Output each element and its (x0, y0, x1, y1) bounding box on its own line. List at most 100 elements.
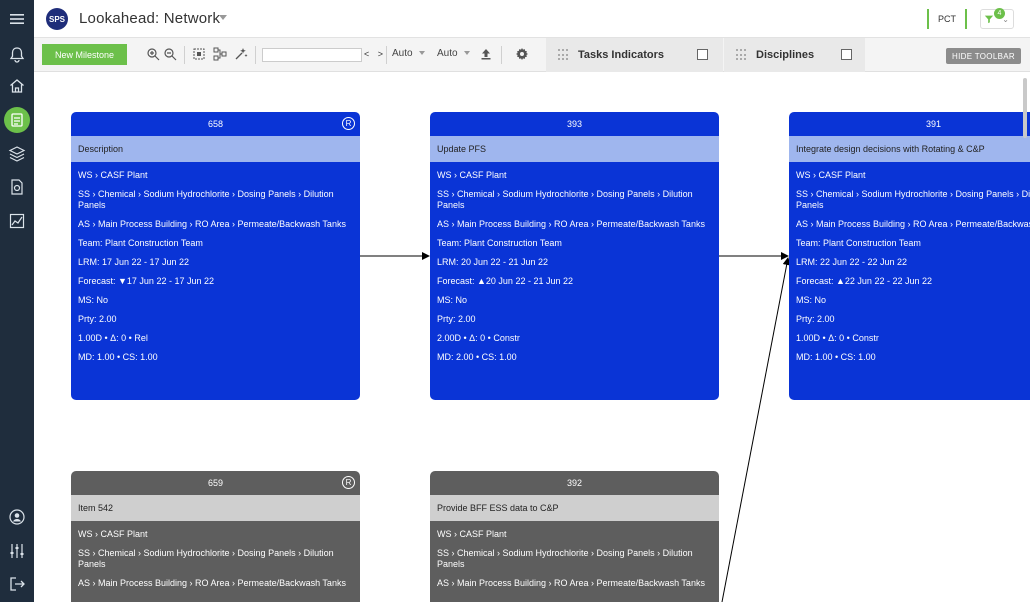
drag-handle-icon[interactable] (558, 49, 568, 61)
task-forecast: Forecast: ▼17 Jun 22 - 17 Jun 22 (78, 276, 214, 286)
user-icon[interactable] (4, 504, 30, 530)
new-milestone-button[interactable]: New Milestone (42, 44, 127, 65)
task-ws: WS › CASF Plant (437, 170, 507, 180)
task-as: AS › Main Process Building › RO Area › P… (796, 219, 1030, 229)
task-md: MD: 1.00 • CS: 1.00 (796, 352, 876, 362)
task-ss: SS › Chemical › Sodium Hydrochlorite › D… (78, 548, 334, 569)
task-card-659[interactable]: 659 R Item 542 WS › CASF Plant SS › Chemi… (71, 471, 360, 602)
task-priority: Prty: 2.00 (796, 314, 835, 324)
task-id-text: 659 (207, 478, 224, 488)
tasks-indicators-checkbox[interactable] (697, 49, 708, 60)
task-ws: WS › CASF Plant (78, 529, 148, 539)
filter-icon (984, 15, 994, 24)
vertical-scrollbar[interactable] (1023, 78, 1027, 138)
task-team: Team: Plant Construction Team (796, 238, 921, 248)
drag-handle-icon[interactable] (736, 49, 746, 61)
task-team: Team: Plant Construction Team (437, 238, 562, 248)
task-ss: SS › Chemical › Sodium Hydrochlorite › D… (78, 189, 334, 210)
task-ws: WS › CASF Plant (78, 170, 148, 180)
resource-badge: R (342, 117, 355, 130)
home-icon[interactable] (4, 73, 30, 99)
fit-screen-icon[interactable] (191, 46, 207, 62)
toolbar-divider (501, 46, 502, 64)
task-forecast: Forecast: ▲22 Jun 22 - 22 Jun 22 (796, 276, 932, 286)
chart-icon[interactable] (4, 208, 30, 234)
task-ws: WS › CASF Plant (437, 529, 507, 539)
task-description: Provide BFF ESS data to C&P (430, 495, 719, 521)
task-md: MD: 2.00 • CS: 1.00 (437, 352, 517, 362)
task-ss: SS › Chemical › Sodium Hydrochlorite › D… (437, 189, 693, 210)
task-card-658[interactable]: 658 R Description WS › CASF Plant SS › Ch… (71, 112, 360, 400)
toolbar-divider (386, 46, 387, 64)
task-id: 391 (789, 112, 1030, 136)
gear-icon[interactable] (514, 46, 530, 62)
hierarchy-icon[interactable] (212, 46, 228, 62)
task-details: WS › CASF Plant SS › Chemical › Sodium H… (71, 521, 360, 589)
task-id: 659 R (71, 471, 360, 495)
filter-button[interactable]: 4 ⌄ (980, 8, 1014, 29)
chevron-down-icon: ⌄ (1002, 15, 1009, 24)
pct-toggle[interactable]: PCT (927, 9, 967, 29)
task-description: Description (71, 136, 360, 162)
zoom-out-icon[interactable] (162, 46, 178, 62)
task-details: WS › CASF Plant SS › Chemical › Sodium H… (71, 162, 360, 363)
task-ms: MS: No (437, 295, 468, 305)
task-priority: Prty: 2.00 (437, 314, 476, 324)
chevron-down-icon[interactable] (219, 15, 227, 20)
search-input[interactable] (262, 48, 362, 62)
task-details: WS › CASF Plant SS › Chemical › Sodium H… (430, 521, 719, 589)
task-ws: WS › CASF Plant (796, 170, 866, 180)
link-392-391 (721, 257, 791, 602)
task-as: AS › Main Process Building › RO Area › P… (437, 578, 705, 588)
toolbar-divider (255, 46, 256, 64)
task-description: Update PFS (430, 136, 719, 162)
task-as: AS › Main Process Building › RO Area › P… (437, 219, 705, 229)
task-id-text: 392 (566, 478, 583, 488)
task-id: 393 (430, 112, 719, 136)
resource-badge: R (342, 476, 355, 489)
zoom-select-1[interactable]: Auto (392, 48, 425, 59)
zoom-in-icon[interactable] (145, 46, 161, 62)
toolbar: New Milestone < > Auto Auto Tasks Indica… (34, 38, 1030, 72)
task-description: Item 542 (71, 495, 360, 521)
document-icon[interactable] (4, 174, 30, 200)
task-id-text: 391 (925, 119, 942, 129)
zoom-select-2[interactable]: Auto (437, 48, 470, 59)
task-lrm: LRM: 22 Jun 22 - 22 Jun 22 (796, 257, 908, 267)
task-ms: MS: No (78, 295, 109, 305)
task-duration: 1.00D • Δ: 0 • Constr (796, 333, 879, 343)
chevron-down-icon (463, 51, 470, 56)
task-id-text: 393 (566, 119, 583, 129)
disciplines-panel: Disciplines (724, 38, 865, 72)
disciplines-checkbox[interactable] (841, 49, 852, 60)
task-details: WS › CASF Plant SS › Chemical › Sodium H… (789, 162, 1030, 363)
lookahead-nav-icon[interactable] (4, 107, 30, 133)
task-as: AS › Main Process Building › RO Area › P… (78, 578, 346, 588)
task-card-391[interactable]: 391 Integrate design decisions with Rota… (789, 112, 1030, 400)
hamburger-menu-icon[interactable] (4, 6, 30, 32)
task-ms: MS: No (796, 295, 827, 305)
magic-layout-icon[interactable] (233, 46, 249, 62)
task-id: 658 R (71, 112, 360, 136)
logout-icon[interactable] (4, 571, 30, 597)
task-ss: SS › Chemical › Sodium Hydrochlorite › D… (437, 548, 693, 569)
task-id-text: 658 (207, 119, 224, 129)
sliders-icon[interactable] (4, 538, 30, 564)
task-forecast: Forecast: ▲20 Jun 22 - 21 Jun 22 (437, 276, 573, 286)
network-canvas[interactable]: 658 R Description WS › CASF Plant SS › Ch… (34, 72, 1030, 602)
task-id: 392 (430, 471, 719, 495)
hide-toolbar-button[interactable]: HIDE TOOLBAR (946, 48, 1021, 64)
toolbar-divider (184, 46, 185, 64)
task-card-392[interactable]: 392 Provide BFF ESS data to C&P WS › CAS… (430, 471, 719, 602)
layers-icon[interactable] (4, 141, 30, 167)
search-nav-arrows[interactable]: < > (364, 49, 386, 59)
page-title[interactable]: Lookahead: Network (79, 10, 220, 27)
task-card-393[interactable]: 393 Update PFS WS › CASF Plant SS › Chem… (430, 112, 719, 400)
task-description: Integrate design decisions with Rotating… (789, 136, 1030, 162)
export-upload-icon[interactable] (478, 46, 494, 62)
bell-icon[interactable] (4, 42, 30, 68)
task-duration: 2.00D • Δ: 0 • Constr (437, 333, 520, 343)
task-details: WS › CASF Plant SS › Chemical › Sodium H… (430, 162, 719, 363)
app-header: SPS Lookahead: Network PCT 4 ⌄ (34, 0, 1030, 38)
task-as: AS › Main Process Building › RO Area › P… (78, 219, 346, 229)
